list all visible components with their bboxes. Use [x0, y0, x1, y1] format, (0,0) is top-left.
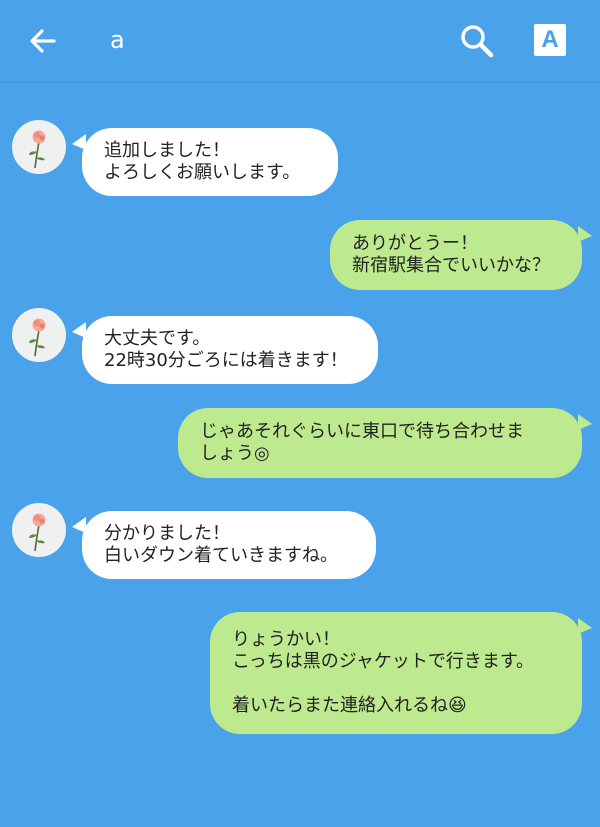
back-button[interactable] [26, 24, 60, 58]
search-icon [461, 25, 494, 58]
message-bubble-incoming: 追加しました！ よろしくお願いします。 [82, 128, 338, 196]
font-size-button[interactable]: A [534, 24, 566, 56]
message-bubble-outgoing: じゃあそれぐらいに東口で待ち合わせま しょう◎ [178, 408, 582, 478]
avatar[interactable] [12, 308, 66, 362]
rose-icon [29, 130, 46, 169]
message-bubble-outgoing: りょうかい！ こっちは黒のジャケットで行きます。 着いたらまた連絡入れるね😆 [210, 612, 582, 734]
message-bubble-incoming: 大丈夫です。 22時30分ごろには着きます！ [82, 316, 378, 384]
rose-icon [29, 513, 46, 552]
arrow-left-icon [30, 29, 56, 53]
avatar[interactable] [12, 120, 66, 174]
avatar[interactable] [12, 503, 66, 557]
rose-icon [29, 318, 46, 357]
chat-header: a A [0, 0, 600, 83]
message-bubble-incoming: 分かりました！ 白いダウン着ていきますね。 [82, 511, 376, 579]
search-button[interactable] [458, 22, 496, 60]
chat-title: a [110, 26, 125, 54]
message-bubble-outgoing: ありがとうー！ 新宿駅集合でいいかな？ [330, 220, 582, 290]
